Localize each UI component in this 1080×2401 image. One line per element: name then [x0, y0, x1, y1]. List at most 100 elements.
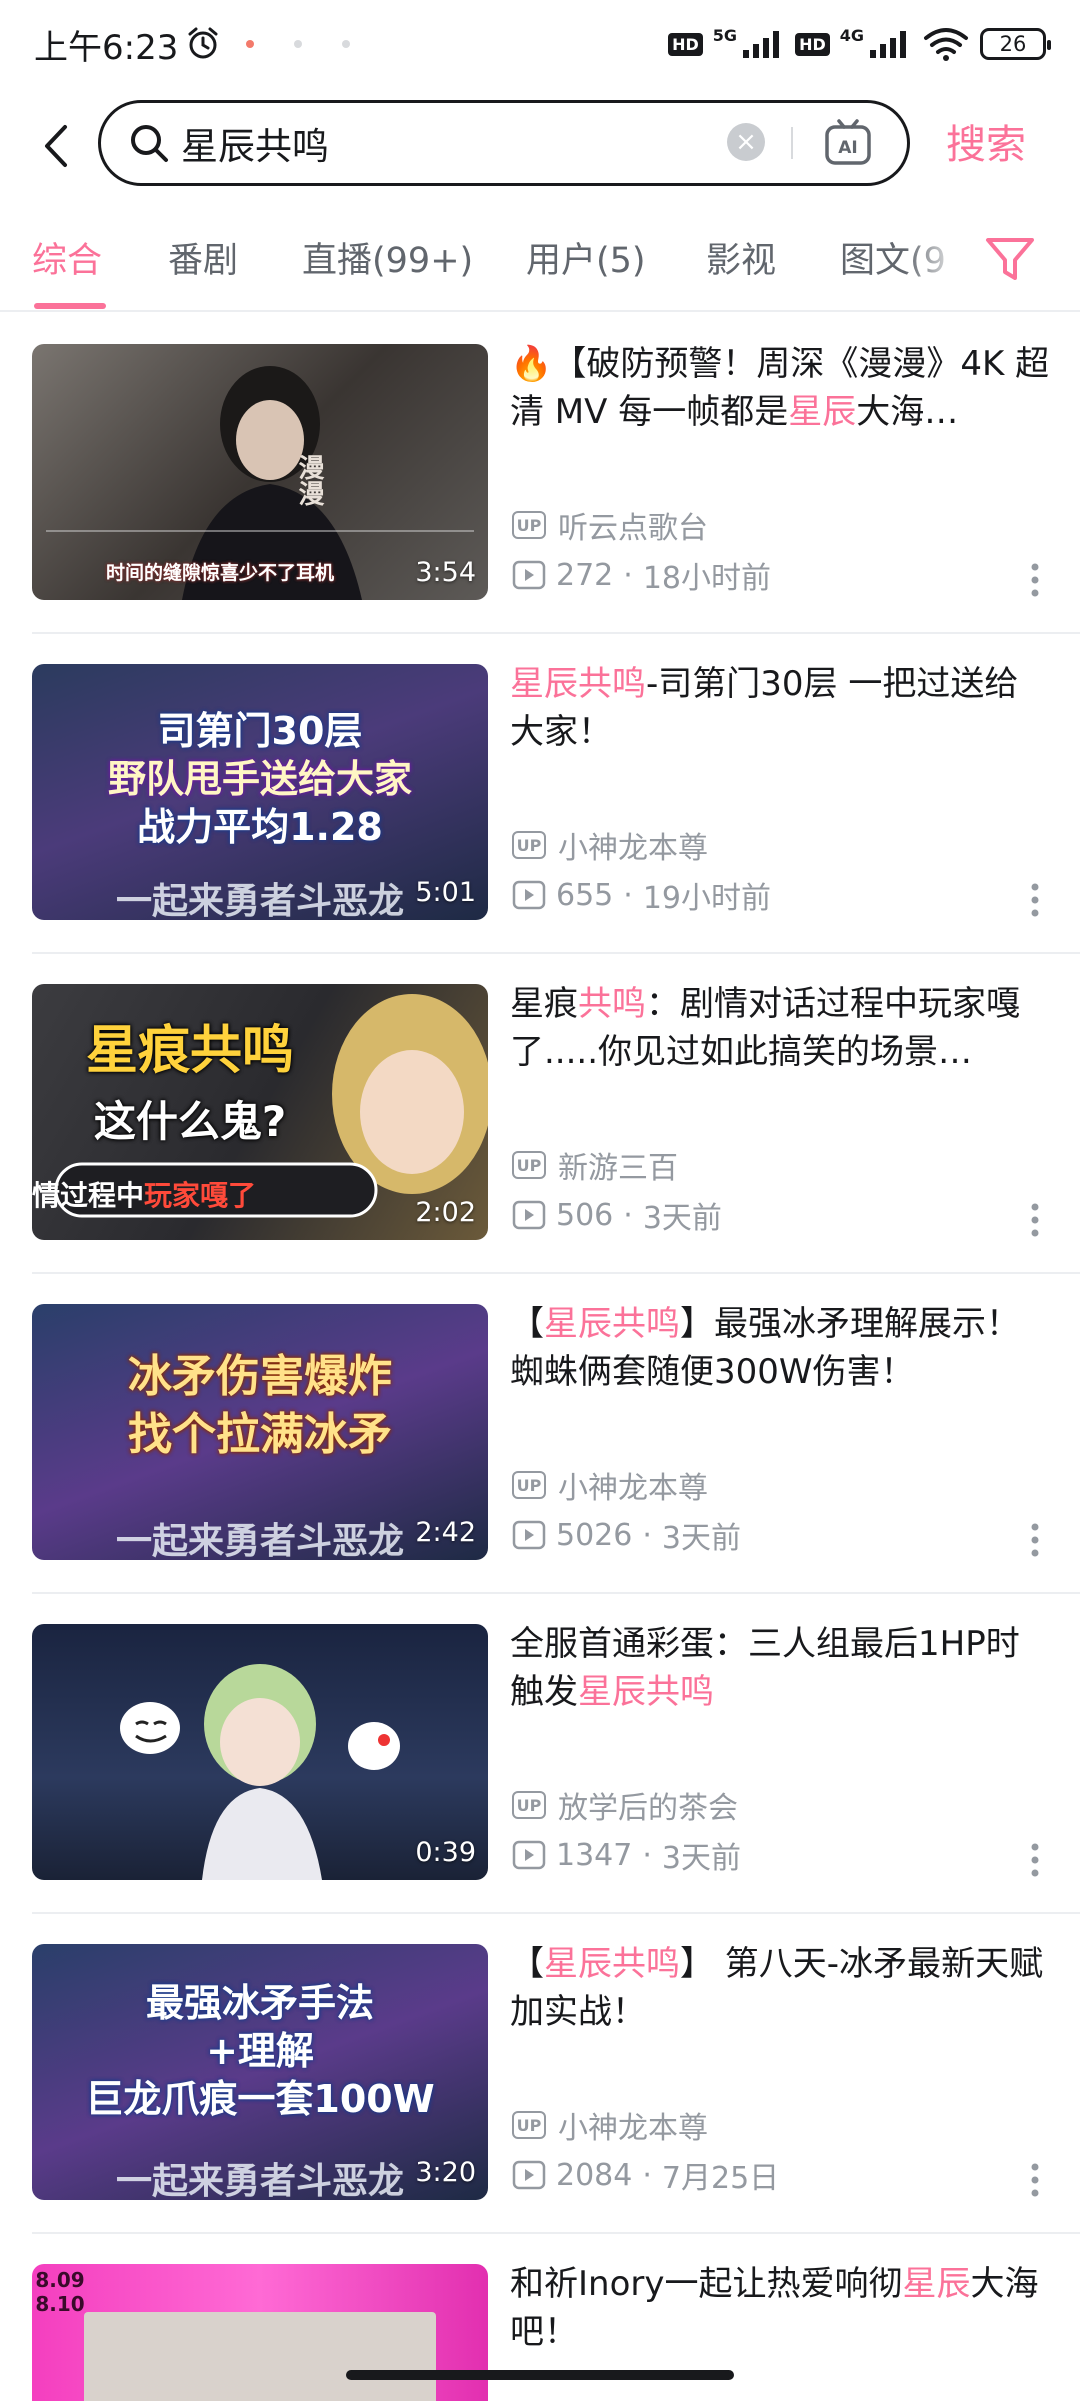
video-title[interactable]: 星辰共鸣-司第门30层 一把过送给大家！ — [510, 660, 1050, 756]
search-button[interactable]: 搜索 — [946, 112, 1026, 170]
more-options-icon[interactable] — [1030, 1202, 1040, 1238]
video-title[interactable]: 星痕共鸣：剧情对话过程中玩家嘎了.....你见过如此搞笑的场景… — [510, 980, 1050, 1076]
video-thumbnail[interactable]: 司第门30层 野队甩手送给大家 战力平均1.28 一起来勇者斗恶龙 5:01 — [32, 664, 488, 920]
search-box[interactable]: × AI — [98, 100, 910, 186]
title-keyword-highlight: 星辰共鸣 — [544, 1944, 680, 1984]
video-thumbnail[interactable]: 8.09 8.10 — [32, 2264, 488, 2401]
more-options-icon[interactable] — [1030, 1842, 1040, 1878]
publish-time: 19小时前 — [642, 881, 771, 916]
thumbnail-photo — [84, 2312, 436, 2401]
active-tab-indicator — [34, 303, 106, 309]
uploader-row[interactable]: UP 新游三百 — [512, 1146, 678, 1186]
title-keyword-highlight: 星辰共鸣 — [544, 1304, 680, 1344]
video-title[interactable]: 🔥【破防预警！周深《漫漫》4K 超清 MV 每一帧都是星辰大海… — [510, 340, 1050, 436]
video-card[interactable]: 司第门30层 野队甩手送给大家 战力平均1.28 一起来勇者斗恶龙 5:01 星… — [0, 634, 1080, 954]
signal-icon — [870, 31, 906, 58]
title-keyword-highlight: 星辰共鸣 — [510, 664, 646, 704]
video-thumbnail[interactable]: 漫漫 时间的缝隙惊喜少不了耳机 3:54 — [32, 344, 488, 600]
wifi-icon — [924, 28, 968, 61]
video-card[interactable]: 0:39 全服首通彩蛋：三人组最后1HP时触发星辰共鸣 UP 放学后的茶会 13… — [0, 1594, 1080, 1914]
back-arrow-icon[interactable] — [28, 112, 82, 180]
search-tabs: 综合 番剧 直播(99+) 用户(5) 影视 图文(9 — [0, 218, 1080, 312]
title-text: 和祈Inory一起让热爱响彻 — [510, 2264, 903, 2304]
more-options-icon[interactable] — [1030, 1522, 1040, 1558]
video-duration: 3:20 — [415, 2157, 476, 2188]
thumbnail-caption: 最强冰矛手法 — [145, 1981, 374, 2025]
video-duration: 2:02 — [415, 1197, 476, 1228]
play-count-icon — [512, 1520, 546, 1550]
video-card[interactable]: 冰矛伤害爆炸 找个拉满冰矛 一起来勇者斗恶龙 2:42 【星辰共鸣】最强冰矛理解… — [0, 1274, 1080, 1594]
title-keyword-highlight: 星辰 — [788, 392, 857, 432]
tab-live[interactable]: 直播(99+) — [302, 232, 473, 283]
video-thumbnail[interactable]: 冰矛伤害爆炸 找个拉满冰矛 一起来勇者斗恶龙 2:42 — [32, 1304, 488, 1560]
video-duration: 3:54 — [415, 557, 476, 588]
search-icon — [131, 125, 168, 162]
play-count: 506 — [556, 1197, 614, 1233]
battery-indicator: 26 — [980, 28, 1051, 60]
ai-assistant-icon[interactable]: AI — [823, 117, 873, 169]
play-count-icon — [512, 560, 546, 590]
video-title[interactable]: 和祈Inory一起让热爱响彻星辰大海吧！ — [510, 2260, 1050, 2356]
uploader-row[interactable]: UP 放学后的茶会 — [512, 1786, 738, 1826]
video-meta: 5026 · 3天前 — [512, 1516, 741, 1556]
more-options-icon[interactable] — [1030, 562, 1040, 598]
thumbnail-caption: 剧情过程中玩家嘎了 — [32, 1179, 257, 1212]
tab-all[interactable]: 综合 — [32, 232, 102, 283]
video-meta: 272 · 18小时前 — [512, 556, 771, 596]
uploader-name: 新游三百 — [558, 1151, 678, 1186]
video-thumbnail[interactable]: 0:39 — [32, 1624, 488, 1880]
video-thumbnail[interactable]: 星痕共鸣 这什么鬼? 剧情过程中玩家嘎了 2:02 — [32, 984, 488, 1240]
search-input[interactable] — [181, 103, 741, 183]
video-meta: 655 · 19小时前 — [512, 876, 771, 916]
tab-users[interactable]: 用户(5) — [526, 232, 646, 283]
publish-time: 3天前 — [661, 1841, 741, 1876]
play-count-icon — [512, 1840, 546, 1870]
play-count: 655 — [556, 877, 614, 913]
signal-icon — [743, 31, 780, 58]
play-count: 272 — [556, 557, 614, 593]
notification-dot-icon — [342, 40, 350, 48]
uploader-name: 小神龙本尊 — [558, 1471, 708, 1506]
publish-time: 3天前 — [661, 1521, 741, 1556]
uploader-row[interactable]: UP 听云点歌台 — [512, 506, 708, 546]
up-badge-icon: UP — [512, 831, 546, 859]
publish-time: 7月25日 — [661, 2161, 780, 2196]
uploader-row[interactable]: UP 小神龙本尊 — [512, 1466, 708, 1506]
uploader-name: 小神龙本尊 — [558, 2111, 708, 2146]
title-text: 【 — [510, 1944, 544, 1984]
meta-separator: · — [642, 1837, 652, 1873]
video-duration: 2:42 — [415, 1517, 476, 1548]
notification-dot-icon — [294, 40, 302, 48]
hd-badge: HD — [795, 32, 830, 56]
uploader-name: 听云点歌台 — [558, 511, 708, 546]
video-card[interactable]: 星痕共鸣 这什么鬼? 剧情过程中玩家嘎了 2:02 星痕共鸣：剧情对话过程中玩家… — [0, 954, 1080, 1274]
video-meta: 506 · 3天前 — [512, 1196, 722, 1236]
video-thumbnail[interactable]: 最强冰矛手法 +理解 巨龙爪痕一套100W 一起来勇者斗恶龙 3:20 — [32, 1944, 488, 2200]
more-options-icon[interactable] — [1030, 2162, 1040, 2198]
tab-anime[interactable]: 番剧 — [168, 232, 238, 283]
video-title[interactable]: 【星辰共鸣】 第八天-冰矛最新天赋加实战！ — [510, 1940, 1050, 2036]
uploader-row[interactable]: UP 小神龙本尊 — [512, 826, 708, 866]
hd-badge: HD — [668, 32, 703, 56]
filter-icon[interactable] — [982, 234, 1038, 286]
uploader-row[interactable]: UP 小神龙本尊 — [512, 2106, 708, 2146]
up-badge-icon: UP — [512, 1791, 546, 1819]
video-meta: 1347 · 3天前 — [512, 1836, 741, 1876]
title-text: 🔥【破防预警！周深《漫漫》4K 超清 MV 每一帧都是 — [510, 344, 1050, 432]
up-badge-icon: UP — [512, 2111, 546, 2139]
video-title[interactable]: 全服首通彩蛋：三人组最后1HP时触发星辰共鸣 — [510, 1620, 1050, 1716]
status-bar: 上午6:23 HD 5G HD 4G 26 — [0, 0, 1080, 92]
tab-film[interactable]: 影视 — [706, 232, 776, 283]
more-options-icon[interactable] — [1030, 882, 1040, 918]
play-count-icon — [512, 880, 546, 910]
thumbnail-caption: 巨龙爪痕一套100W — [85, 2077, 435, 2121]
up-badge-icon: UP — [512, 1471, 546, 1499]
play-count: 2084 — [556, 2157, 633, 2193]
video-title[interactable]: 【星辰共鸣】最强冰矛理解展示！蜘蛛俩套随便300W伤害！ — [510, 1300, 1050, 1396]
thumbnail-date: 8.09 — [35, 2268, 85, 2292]
video-duration: 0:39 — [415, 1837, 476, 1868]
video-card[interactable]: 最强冰矛手法 +理解 巨龙爪痕一套100W 一起来勇者斗恶龙 3:20 【星辰共… — [0, 1914, 1080, 2234]
video-card[interactable]: 漫漫 时间的缝隙惊喜少不了耳机 3:54 🔥【破防预警！周深《漫漫》4K 超清 … — [0, 314, 1080, 634]
clear-icon[interactable]: × — [727, 123, 765, 161]
thumbnail-caption: 冰矛伤害爆炸 — [128, 1351, 392, 1402]
